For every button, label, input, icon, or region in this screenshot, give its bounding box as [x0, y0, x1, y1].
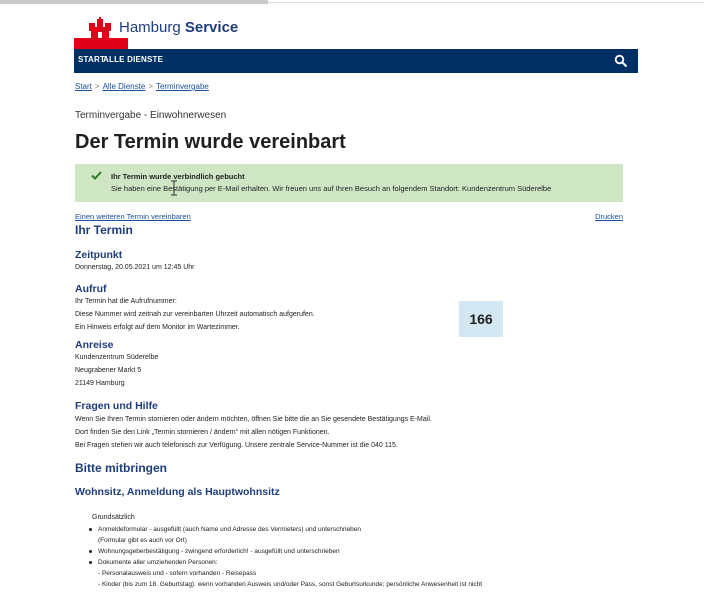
- help-line: Bei Fragen stehen wir auch telefonisch z…: [75, 442, 398, 449]
- bring-subheading: Wohnsitz, Anmeldung als Hauptwohnsitz: [75, 486, 280, 498]
- check-icon: [91, 171, 102, 180]
- brand-name: Hamburg Service: [119, 19, 239, 36]
- list-item-note: (Formular gibt es auch vor Ort): [98, 537, 187, 544]
- route-heading: Anreise: [75, 339, 114, 351]
- bullet-dot: [89, 528, 92, 531]
- call-number: 166: [469, 311, 493, 327]
- bullet-dot: [89, 550, 92, 553]
- bring-list: Anmeldeformular - ausgefüllt (auch Name …: [89, 524, 483, 590]
- bring-heading: Bitte mitbringen: [75, 461, 167, 475]
- list-sub-item: - Personalausweis und - sofern vorhanden…: [98, 570, 257, 577]
- page-title: Der Termin wurde vereinbart: [75, 131, 346, 153]
- call-number-box: 166: [459, 301, 503, 337]
- breadcrumb-all-services[interactable]: Alle Dienste: [103, 82, 146, 91]
- time-value: Donnerstag, 20.05.2021 um 12:45 Uhr: [75, 264, 195, 271]
- print-link[interactable]: Drucken: [595, 212, 623, 221]
- appointment-heading: Ihr Termin: [75, 223, 133, 237]
- nav-start[interactable]: START: [78, 55, 105, 64]
- breadcrumb-start[interactable]: Start: [75, 82, 92, 91]
- help-line: Wenn Sie Ihren Termin stornieren oder än…: [75, 416, 432, 423]
- search-icon[interactable]: [614, 54, 628, 68]
- book-another-link[interactable]: Einen weiteren Termin vereinbaren: [75, 212, 191, 221]
- main-nav: START ALLE DIENSTE: [74, 49, 638, 73]
- help-line: Dort finden Sie den Link „Termin stornie…: [75, 429, 330, 436]
- list-sub-item: - Kinder (bis zum 18. Geburtstag): wenn …: [98, 581, 483, 588]
- help-heading: Fragen und Hilfe: [75, 400, 158, 412]
- list-item: Wohnungsgeberbestätigung - zwingend erfo…: [89, 546, 482, 557]
- page-subtitle: Terminvergabe - Einwohnerwesen: [75, 110, 227, 121]
- top-border-right: [268, 2, 704, 3]
- breadcrumb: Start > Alle Dienste > Terminvergabe: [75, 82, 209, 91]
- time-heading: Zeitpunkt: [75, 249, 123, 261]
- text-cursor-icon: [171, 180, 177, 196]
- call-line: Ihr Termin hat die Aufrufnummer:: [75, 298, 177, 305]
- call-heading: Aufruf: [75, 283, 107, 295]
- success-message: Ihr Termin wurde verbindlich gebucht Sie…: [75, 164, 623, 202]
- breadcrumb-separator: >: [148, 82, 153, 91]
- breadcrumb-separator: >: [94, 82, 100, 91]
- breadcrumb-appointments[interactable]: Terminvergabe: [156, 82, 209, 91]
- bring-intro: Grundsätzlich: [92, 514, 135, 521]
- route-line: Neugrabener Markt 5: [75, 367, 142, 374]
- list-item: Anmeldeformular - ausgefüllt (auch Name …: [89, 524, 482, 535]
- top-border: [0, 0, 704, 4]
- bullet-dot: [89, 561, 92, 564]
- call-line: Diese Nummer wird zeitnah zur vereinbart…: [75, 311, 315, 318]
- route-line: 21149 Hamburg: [75, 380, 125, 387]
- list-item: Dokumente aller umziehenden Personen:: [89, 557, 482, 568]
- nav-all-services[interactable]: ALLE DIENSTE: [103, 55, 163, 64]
- call-line: Ein Hinweis erfolgt auf dem Monitor im W…: [75, 324, 240, 331]
- route-line: Kundenzentrum Süderelbe: [75, 354, 159, 361]
- top-border-left: [0, 0, 268, 4]
